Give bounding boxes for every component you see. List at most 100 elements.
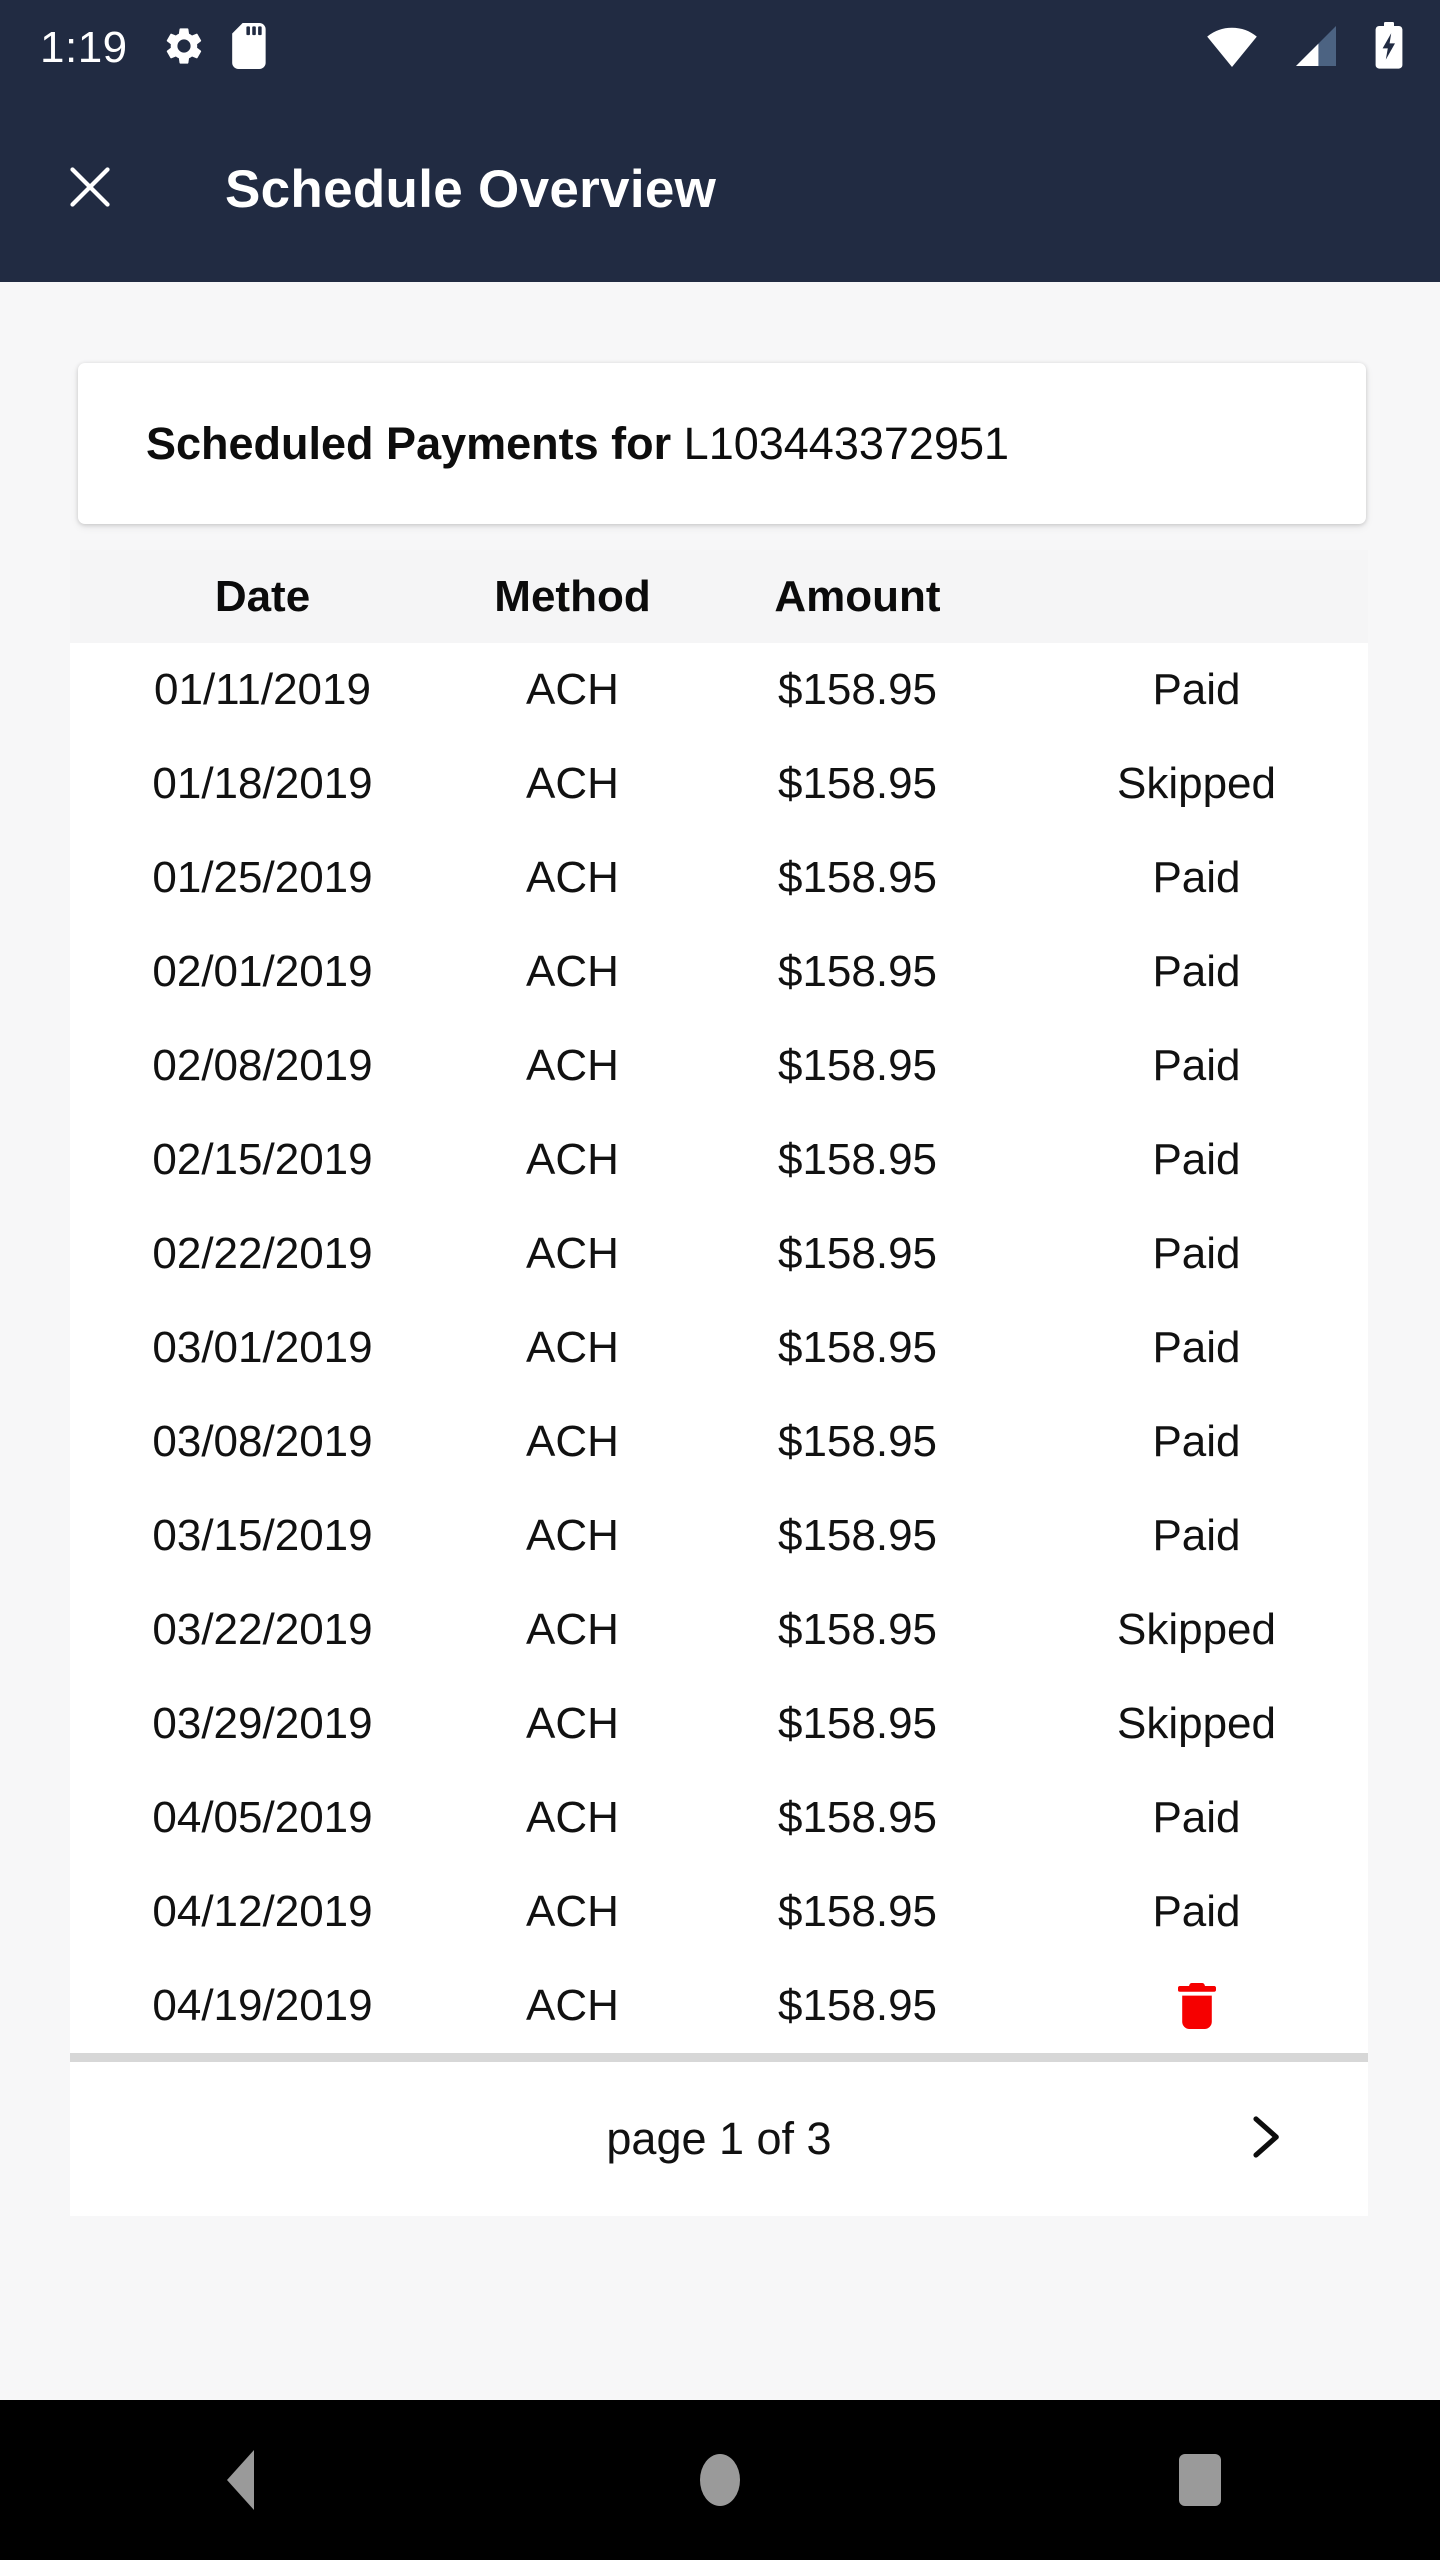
- table-row: 02/15/2019 ACH $158.95 Paid: [70, 1113, 1368, 1207]
- delete-payment-button[interactable]: [1177, 1983, 1217, 2029]
- cell-status: Paid: [1025, 831, 1368, 925]
- table-header-row: Date Method Amount: [70, 550, 1368, 643]
- loan-id: L103443372951: [683, 417, 1010, 469]
- android-navigation-bar: [0, 2400, 1440, 2560]
- cell-method: ACH: [455, 1677, 690, 1771]
- cell-amount: $158.95: [690, 1677, 1025, 1771]
- cell-date: 01/11/2019: [70, 643, 455, 737]
- chevron-right-icon: [1238, 2110, 1292, 2169]
- cell-method: ACH: [455, 1489, 690, 1583]
- cell-amount: $158.95: [690, 1583, 1025, 1677]
- title-prefix: Scheduled Payments for: [146, 417, 672, 469]
- cell-status: Paid: [1025, 1771, 1368, 1865]
- settings-gear-icon: [162, 24, 206, 73]
- nav-recent-apps-button[interactable]: [1100, 2400, 1300, 2560]
- nav-home-button[interactable]: [620, 2400, 820, 2560]
- cell-date: 01/18/2019: [70, 737, 455, 831]
- content-area: Scheduled Payments for L103443372951 Dat…: [0, 282, 1440, 2400]
- cell-date: 03/01/2019: [70, 1301, 455, 1395]
- cell-status: Paid: [1025, 1395, 1368, 1489]
- cell-method: ACH: [455, 1771, 690, 1865]
- table-body: 01/11/2019 ACH $158.95 Paid 01/18/2019 ACH $15…: [70, 643, 1368, 2053]
- cell-status: Skipped: [1025, 1583, 1368, 1677]
- cell-amount: $158.95: [690, 1395, 1025, 1489]
- table-row: 03/15/2019 ACH $158.95 Paid: [70, 1489, 1368, 1583]
- scheduled-payments-title-card: Scheduled Payments for L103443372951: [78, 363, 1366, 524]
- cell-amount: $158.95: [690, 831, 1025, 925]
- table-row: 04/19/2019 ACH $158.95: [70, 1959, 1368, 2053]
- cell-status: Paid: [1025, 925, 1368, 1019]
- battery-charging-icon: [1374, 21, 1404, 75]
- table-row: 03/08/2019 ACH $158.95 Paid: [70, 1395, 1368, 1489]
- table-row: 01/11/2019 ACH $158.95 Paid: [70, 643, 1368, 737]
- cell-status: Skipped: [1025, 737, 1368, 831]
- cell-amount: $158.95: [690, 737, 1025, 831]
- app-bar: Schedule Overview: [0, 96, 1440, 282]
- cell-amount: $158.95: [690, 1301, 1025, 1395]
- close-icon: [60, 157, 120, 222]
- cell-method: ACH: [455, 1113, 690, 1207]
- cell-method: ACH: [455, 1865, 690, 1959]
- cellular-signal-icon: [1292, 24, 1340, 73]
- cell-date: 03/08/2019: [70, 1395, 455, 1489]
- column-header-status: [1025, 550, 1368, 643]
- cell-date: 04/19/2019: [70, 1959, 455, 2053]
- table-row: 01/18/2019 ACH $158.95 Skipped: [70, 737, 1368, 831]
- cell-status: Skipped: [1025, 1677, 1368, 1771]
- cell-status: Paid: [1025, 1113, 1368, 1207]
- cell-date: 02/08/2019: [70, 1019, 455, 1113]
- cell-amount: $158.95: [690, 1959, 1025, 2053]
- pagination-label: page 1 of 3: [606, 2113, 832, 2164]
- status-bar: 1:19: [0, 0, 1440, 96]
- cell-amount: $158.95: [690, 643, 1025, 737]
- cell-status: Paid: [1025, 1019, 1368, 1113]
- cell-method: ACH: [455, 737, 690, 831]
- cell-date: 03/29/2019: [70, 1677, 455, 1771]
- cell-method: ACH: [455, 1207, 690, 1301]
- cell-amount: $158.95: [690, 1771, 1025, 1865]
- cell-date: 04/05/2019: [70, 1771, 455, 1865]
- table-row: 03/29/2019 ACH $158.95 Skipped: [70, 1677, 1368, 1771]
- cell-action: [1025, 1959, 1368, 2053]
- cell-status: Paid: [1025, 1301, 1368, 1395]
- cell-date: 01/25/2019: [70, 831, 455, 925]
- schedule-table: Date Method Amount 01/11/2019 ACH $158.95 P…: [70, 550, 1368, 2053]
- cell-amount: $158.95: [690, 925, 1025, 1019]
- cell-method: ACH: [455, 925, 690, 1019]
- table-row: 01/25/2019 ACH $158.95 Paid: [70, 831, 1368, 925]
- next-page-button[interactable]: [1230, 2104, 1300, 2174]
- cell-status: Paid: [1025, 1865, 1368, 1959]
- wifi-icon: [1206, 24, 1258, 73]
- close-button[interactable]: [30, 157, 150, 222]
- table-footer-divider: [70, 2053, 1368, 2062]
- recent-apps-icon: [1179, 2454, 1221, 2506]
- cell-amount: $158.95: [690, 1019, 1025, 1113]
- home-icon: [700, 2454, 740, 2506]
- table-row: 03/22/2019 ACH $158.95 Skipped: [70, 1583, 1368, 1677]
- status-bar-left-icons: [162, 22, 270, 74]
- cell-status: Paid: [1025, 1207, 1368, 1301]
- page-title: Schedule Overview: [225, 159, 717, 219]
- cell-date: 04/12/2019: [70, 1865, 455, 1959]
- pagination-bar: page 1 of 3: [70, 2062, 1368, 2216]
- back-icon: [226, 2450, 254, 2510]
- cell-method: ACH: [455, 643, 690, 737]
- column-header-method: Method: [494, 571, 651, 621]
- cell-amount: $158.95: [690, 1865, 1025, 1959]
- cell-method: ACH: [455, 1395, 690, 1489]
- cell-date: 02/22/2019: [70, 1207, 455, 1301]
- cell-method: ACH: [455, 1019, 690, 1113]
- cell-date: 02/01/2019: [70, 925, 455, 1019]
- nav-back-button[interactable]: [140, 2400, 340, 2560]
- cell-date: 03/15/2019: [70, 1489, 455, 1583]
- table-row: 04/12/2019 ACH $158.95 Paid: [70, 1865, 1368, 1959]
- cell-method: ACH: [455, 1301, 690, 1395]
- cell-amount: $158.95: [690, 1207, 1025, 1301]
- table-header: Date Method Amount: [70, 550, 1368, 643]
- cell-date: 03/22/2019: [70, 1583, 455, 1677]
- cell-date: 02/15/2019: [70, 1113, 455, 1207]
- schedule-table-card: Date Method Amount 01/11/2019 ACH $158.95 P…: [70, 550, 1368, 2216]
- cell-method: ACH: [455, 1959, 690, 2053]
- cell-status: Paid: [1025, 643, 1368, 737]
- status-bar-time: 1:19: [40, 23, 128, 72]
